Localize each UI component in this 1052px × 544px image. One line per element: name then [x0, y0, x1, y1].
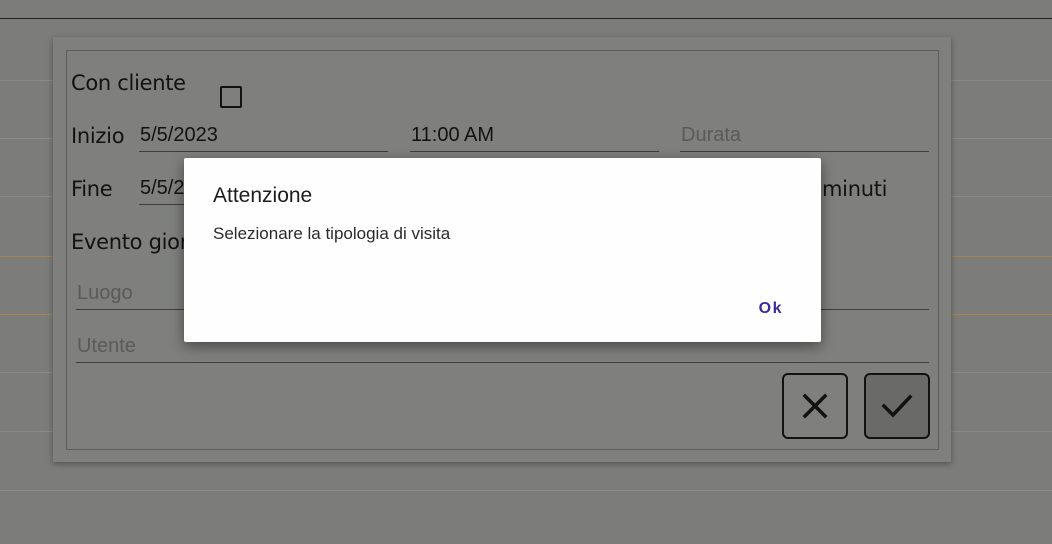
evento-giornaliero-label: Evento gior: [71, 230, 189, 254]
alert-dialog: Attenzione Selezionare la tipologia di v…: [184, 158, 821, 342]
confirm-button[interactable]: [864, 373, 930, 439]
top-divider: [0, 18, 1052, 19]
dialog-message: Selezionare la tipologia di visita: [213, 224, 451, 243]
fine-date-value: 5/5/2: [140, 177, 185, 199]
inizio-date-value: 5/5/2023: [140, 124, 218, 146]
inizio-time-field[interactable]: 11:00 AM: [410, 121, 659, 152]
con-cliente-label: Con cliente: [71, 71, 186, 95]
check-icon: [881, 394, 913, 418]
inizio-label: Inizio: [71, 124, 125, 148]
background-row-divider: [0, 490, 1052, 491]
inizio-date-field[interactable]: 5/5/2023: [139, 121, 388, 152]
inizio-time-value: 11:00 AM: [411, 124, 495, 146]
minuti-label: minuti: [822, 177, 888, 201]
close-icon: [802, 393, 828, 419]
con-cliente-checkbox[interactable]: [220, 86, 242, 108]
ok-button[interactable]: Ok: [759, 300, 783, 318]
dialog-title: Attenzione: [213, 184, 313, 207]
fine-label: Fine: [71, 177, 113, 201]
utente-placeholder: Utente: [77, 335, 136, 357]
durata-placeholder: Durata: [681, 124, 742, 146]
durata-field[interactable]: Durata: [680, 121, 929, 152]
luogo-placeholder: Luogo: [77, 282, 133, 304]
cancel-button[interactable]: [782, 373, 848, 439]
